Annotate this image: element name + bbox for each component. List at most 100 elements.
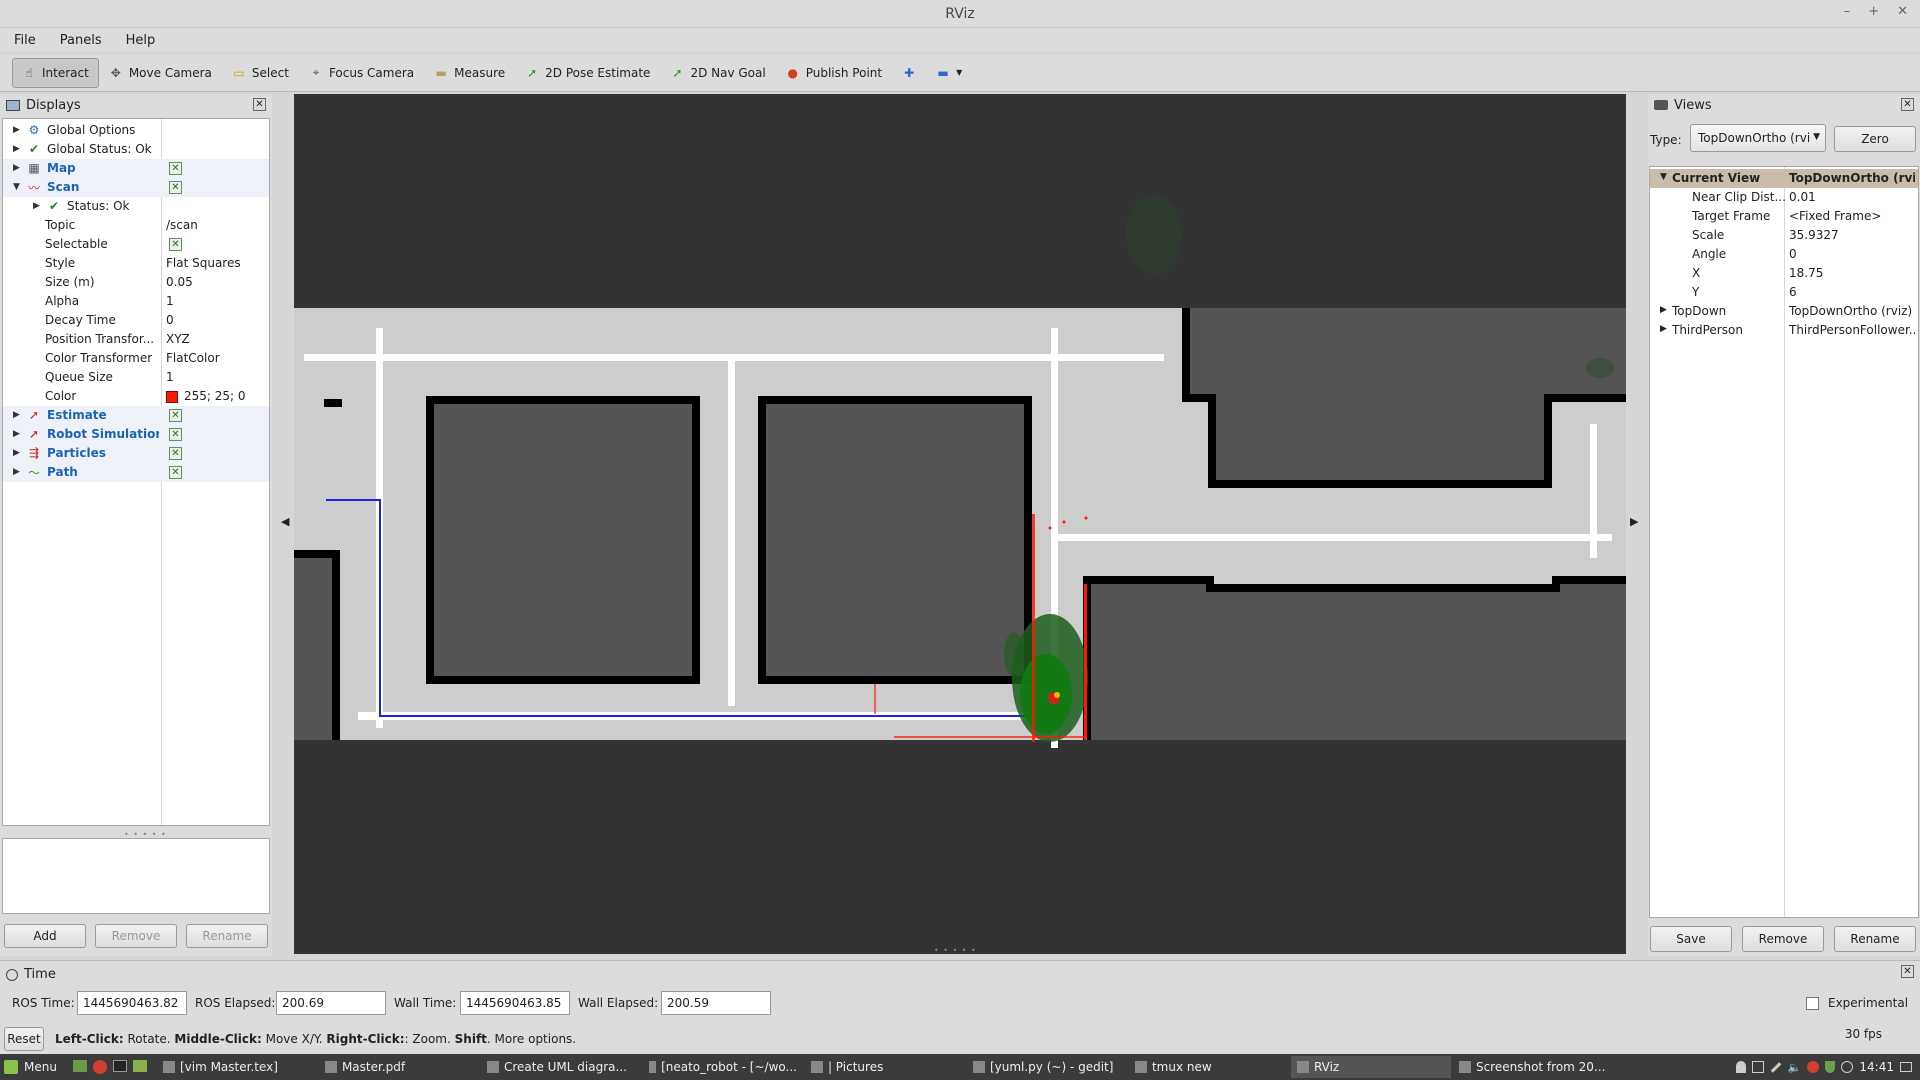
tool-focus-camera[interactable]: ⌖ Focus Camera	[299, 58, 424, 88]
display-row-robot-simulation[interactable]: ▶ ➚ Robot Simulation ✕	[3, 425, 269, 444]
taskbar-item[interactable]: [vim Master.tex]	[157, 1056, 317, 1078]
rename-display-button[interactable]: Rename	[186, 924, 268, 948]
display-row-value[interactable]: /scan	[166, 218, 198, 232]
display-row-status-ok[interactable]: ▶ ✔ Status: Ok	[3, 197, 269, 216]
view-row-value[interactable]: <Fixed Frame>	[1789, 209, 1915, 223]
user-icon[interactable]	[1735, 1061, 1746, 1073]
collapse-arrow-icon[interactable]: ▶	[13, 125, 20, 135]
display-row-estimate[interactable]: ▶ ➚ Estimate ✕	[3, 406, 269, 425]
minimize-button[interactable]: –	[1844, 4, 1851, 19]
view-row-thirdperson[interactable]: ▶ ThirdPerson ThirdPersonFollower...	[1650, 321, 1918, 340]
collapse-arrow-icon[interactable]: ▶	[13, 163, 20, 173]
tool-publish-point[interactable]: ● Publish Point	[776, 58, 892, 88]
remove-tool-dropdown[interactable]: ▬ ▼	[926, 58, 972, 88]
taskbar-item[interactable]: RViz	[1290, 1056, 1451, 1078]
view-type-select[interactable]: TopDownOrtho (rvi ▼	[1690, 124, 1826, 152]
tool-2d-nav-goal[interactable]: ➚ 2D Nav Goal	[660, 58, 775, 88]
view-row-value[interactable]: 0	[1789, 247, 1915, 261]
taskbar-item[interactable]: Screenshot from 20...	[1453, 1056, 1613, 1078]
taskbar-item[interactable]: [neato_robot - [~/wo...	[643, 1056, 803, 1078]
display-row-value-cell[interactable]: Flat Squares	[166, 256, 241, 270]
tool-interact[interactable]: ☝ Interact	[12, 57, 99, 88]
display-row-value-cell[interactable]: 1	[166, 370, 174, 384]
collapse-right-panel-arrow[interactable]: ▶	[1630, 515, 1638, 528]
display-row-alpha[interactable]: Alpha 1	[3, 292, 269, 311]
display-row-path[interactable]: ▶ 〜 Path ✕	[3, 463, 269, 482]
enabled-checkbox[interactable]: ✕	[169, 447, 182, 460]
display-row-queue-size[interactable]: Queue Size 1	[3, 368, 269, 387]
viewport-splitter-handle[interactable]: • • • • •	[934, 946, 977, 954]
close-icon[interactable]: ✕	[253, 98, 266, 111]
collapse-arrow-icon[interactable]: ▶	[13, 448, 20, 458]
color-swatch[interactable]	[166, 390, 178, 403]
taskbar-item[interactable]: tmux new	[1129, 1056, 1289, 1078]
add-tool-button[interactable]: ✚	[892, 58, 926, 88]
tool-measure[interactable]: ▬ Measure	[424, 58, 515, 88]
taskbar-item[interactable]: | Pictures	[805, 1056, 965, 1078]
collapse-arrow-icon[interactable]: ▶	[1660, 324, 1667, 334]
close-window-button[interactable]: ✕	[1897, 4, 1908, 19]
rename-view-button[interactable]: Rename	[1834, 926, 1916, 952]
display-row-value[interactable]: Flat Squares	[166, 256, 241, 270]
start-menu-button[interactable]: Menu	[0, 1056, 63, 1078]
display-row-color[interactable]: Color 255; 25; 0	[3, 387, 269, 406]
display-row-size-m[interactable]: Size (m) 0.05	[3, 273, 269, 292]
enabled-checkbox[interactable]: ✕	[169, 238, 182, 251]
view-row-value[interactable]: TopDownOrtho (rviz)	[1789, 171, 1915, 185]
enabled-checkbox[interactable]: ✕	[169, 181, 182, 194]
display-row-value[interactable]: 1	[166, 294, 174, 308]
display-row-style[interactable]: Style Flat Squares	[3, 254, 269, 273]
power-icon[interactable]	[1841, 1061, 1854, 1073]
tool-move-camera[interactable]: ✥ Move Camera	[99, 58, 222, 88]
displays-tree[interactable]: ▶ ⚙ Global Options ▶ ✔ Global Status: Ok ▶ ▦ Map…	[2, 118, 270, 826]
shield-icon[interactable]	[1825, 1061, 1836, 1073]
display-row-value-cell[interactable]: FlatColor	[166, 351, 220, 365]
collapse-arrow-icon[interactable]: ▶	[33, 201, 40, 211]
display-row-value[interactable]: FlatColor	[166, 351, 220, 365]
display-row-decay-time[interactable]: Decay Time 0	[3, 311, 269, 330]
view-row-y[interactable]: Y6	[1650, 283, 1918, 302]
wall-elapsed-field[interactable]: 200.59	[661, 991, 771, 1015]
reset-button[interactable]: Reset	[4, 1027, 44, 1051]
ros-time-field[interactable]: 1445690463.82	[77, 991, 187, 1015]
view-row-current-view[interactable]: ▼ Current View TopDownOrtho (rviz)	[1650, 169, 1918, 188]
close-icon[interactable]: ✕	[1901, 965, 1914, 978]
expand-arrow-icon[interactable]: ▼	[1660, 172, 1667, 182]
view-row-near-clip-dist[interactable]: Near Clip Dist... 0.01	[1650, 188, 1918, 207]
view-row-value[interactable]: TopDownOrtho (rviz)	[1789, 304, 1915, 318]
view-row-topdown[interactable]: ▶ TopDown TopDownOrtho (rviz)	[1650, 302, 1918, 321]
render-viewport[interactable]: • • • • •	[294, 94, 1626, 954]
view-row-value[interactable]: 6	[1789, 285, 1915, 299]
display-row-value[interactable]: 1	[166, 370, 174, 384]
view-row-x[interactable]: X 18.75	[1650, 264, 1918, 283]
maximize-button[interactable]: +	[1868, 4, 1879, 19]
menu-file[interactable]: File	[14, 33, 36, 48]
view-row-target-frame[interactable]: Target Frame <Fixed Frame>	[1650, 207, 1918, 226]
display-row-map[interactable]: ▶ ▦ Map ✕	[3, 159, 269, 178]
display-row-value-cell[interactable]: 0.05	[166, 275, 193, 289]
view-row-value[interactable]: 35.9327	[1789, 228, 1915, 242]
collapse-left-panel-arrow[interactable]: ◀	[281, 515, 289, 528]
network-icon[interactable]	[1751, 1061, 1764, 1073]
taskbar-item[interactable]: Create UML diagra...	[481, 1056, 641, 1078]
display-row-value[interactable]: 255; 25; 0	[184, 389, 246, 403]
collapse-arrow-icon[interactable]: ▶	[13, 467, 20, 477]
views-tree[interactable]: ▼ Current View TopDownOrtho (rviz) Near Cli…	[1649, 166, 1919, 918]
close-icon[interactable]: ✕	[1901, 98, 1914, 111]
display-row-value[interactable]: XYZ	[166, 332, 190, 346]
taskbar-item[interactable]: [yuml.py (~) - gedit]	[967, 1056, 1127, 1078]
clock[interactable]: 14:41	[1859, 1060, 1894, 1074]
view-row-value[interactable]: 18.75	[1789, 266, 1915, 280]
display-row-value-cell[interactable]: /scan	[166, 218, 198, 232]
collapse-arrow-icon[interactable]: ▶	[13, 429, 20, 439]
collapse-arrow-icon[interactable]: ▶	[1660, 305, 1667, 315]
collapse-arrow-icon[interactable]: ▶	[13, 144, 20, 154]
collapse-arrow-icon[interactable]: ▶	[13, 410, 20, 420]
display-row-scan[interactable]: ▼ 〰 Scan ✕	[3, 178, 269, 197]
enabled-checkbox[interactable]: ✕	[169, 162, 182, 175]
display-row-value[interactable]: 0	[166, 313, 174, 327]
enabled-checkbox[interactable]: ✕	[169, 428, 182, 441]
display-row-value-cell[interactable]: 255; 25; 0	[166, 389, 246, 403]
wall-time-field[interactable]: 1445690463.85	[460, 991, 570, 1015]
remove-display-button[interactable]: Remove	[95, 924, 177, 948]
